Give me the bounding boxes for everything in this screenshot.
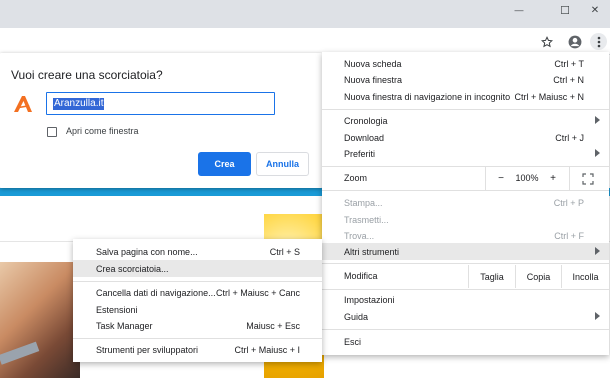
copy-button[interactable]: Copia (515, 265, 561, 288)
menu-item-exit[interactable]: Esci (322, 333, 609, 350)
fullscreen-button[interactable] (574, 167, 602, 190)
cancel-button[interactable]: Annulla (256, 152, 309, 176)
minimize-icon: — (514, 5, 524, 15)
submenu-item-extensions[interactable]: Estensioni (73, 301, 322, 318)
account-icon (568, 35, 581, 48)
menu-item-new-window[interactable]: Nuova finestra Ctrl + N (322, 71, 609, 88)
submenu-item-task-manager[interactable]: Task Manager Maiusc + Esc (73, 317, 322, 334)
star-icon (540, 35, 553, 47)
chrome-main-menu: Nuova scheda Ctrl + T Nuova finestra Ctr… (322, 52, 609, 355)
open-as-window-checkbox[interactable] (47, 127, 57, 137)
shortcut-name-value: Aranzulla.it (53, 97, 105, 110)
browser-toolbar (0, 28, 610, 55)
fullscreen-icon (582, 172, 594, 185)
chrome-menu-button[interactable] (590, 33, 607, 50)
dialog-title: Vuoi creare una scorciatoia? (11, 68, 163, 82)
menu-separator (322, 263, 609, 264)
cut-button[interactable]: Taglia (468, 265, 515, 288)
chevron-right-icon (595, 116, 600, 124)
menu-separator (322, 329, 609, 330)
menu-item-find[interactable]: Trova... Ctrl + F (322, 227, 609, 244)
maximize-icon: ☐ (560, 4, 570, 17)
submenu-item-create-shortcut[interactable]: Crea scorciatoia... (73, 260, 322, 277)
menu-item-settings[interactable]: Impostazioni (322, 291, 609, 308)
chevron-right-icon (595, 247, 600, 255)
create-shortcut-dialog: Vuoi creare una scorciatoia? Aranzulla.i… (0, 53, 322, 188)
zoom-out-button[interactable]: − (490, 167, 512, 190)
menu-item-cast[interactable]: Trasmetti... (322, 211, 609, 228)
paste-button[interactable]: Incolla (561, 265, 609, 288)
minimize-button[interactable]: — (504, 0, 534, 20)
kebab-menu-icon (597, 36, 600, 47)
submenu-item-save-page[interactable]: Salva pagina con nome... Ctrl + S (73, 243, 322, 260)
menu-separator (73, 338, 322, 339)
title-bar: — ☐ ✕ (0, 0, 610, 28)
menu-zoom-row: Zoom − 100% + (322, 167, 609, 190)
menu-item-help[interactable]: Guida (322, 308, 609, 325)
menu-separator (322, 289, 609, 290)
maximize-button[interactable]: ☐ (550, 0, 580, 20)
menu-edit-row: Modifica Taglia Copia Incolla (322, 265, 609, 288)
menu-item-more-tools[interactable]: Altri strumenti (322, 243, 609, 260)
zoom-label: Zoom (344, 173, 368, 183)
menu-item-new-tab[interactable]: Nuova scheda Ctrl + T (322, 55, 609, 72)
menu-separator (322, 190, 609, 191)
create-button[interactable]: Crea (198, 152, 251, 176)
open-as-window-label: Apri come finestra (66, 126, 139, 136)
menu-item-print[interactable]: Stampa... Ctrl + P (322, 194, 609, 211)
menu-separator (73, 281, 322, 282)
aranzulla-logo-icon (14, 96, 32, 112)
close-icon: ✕ (590, 4, 600, 16)
menu-item-incognito[interactable]: Nuova finestra di navigazione in incogni… (322, 88, 609, 105)
menu-item-downloads[interactable]: Download Ctrl + J (322, 129, 609, 146)
profile-button[interactable] (566, 33, 583, 50)
submenu-item-dev-tools[interactable]: Strumenti per sviluppatori Ctrl + Maiusc… (73, 341, 322, 358)
edit-label: Modifica (344, 271, 378, 281)
zoom-level: 100% (515, 173, 539, 183)
submenu-item-clear-data[interactable]: Cancella dati di navigazione... Ctrl + M… (73, 284, 322, 301)
shortcut-name-input[interactable]: Aranzulla.it (46, 92, 275, 115)
bookmark-star-button[interactable] (538, 33, 555, 50)
chevron-right-icon (595, 312, 600, 320)
menu-item-bookmarks[interactable]: Preferiti (322, 145, 609, 162)
menu-item-history[interactable]: Cronologia (322, 112, 609, 129)
close-window-button[interactable]: ✕ (580, 0, 610, 20)
chevron-right-icon (595, 149, 600, 157)
more-tools-submenu: Salva pagina con nome... Ctrl + S Crea s… (73, 239, 322, 362)
zoom-in-button[interactable]: + (542, 167, 564, 190)
menu-separator (322, 109, 609, 110)
